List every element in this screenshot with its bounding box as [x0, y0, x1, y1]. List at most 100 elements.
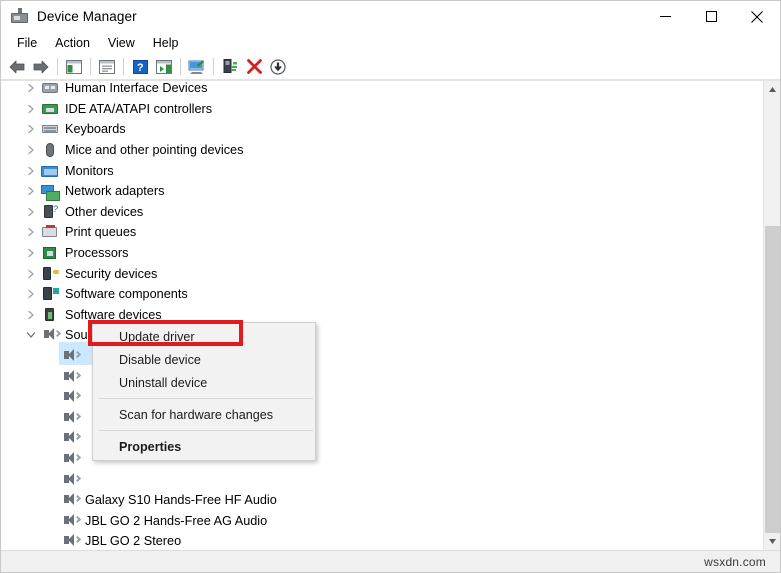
tree-row[interactable]: Other devices — [1, 202, 763, 223]
uninstall-device-icon[interactable] — [242, 56, 266, 78]
chevron-right-icon[interactable] — [23, 286, 39, 302]
chevron-right-icon[interactable] — [23, 307, 39, 323]
monitor-icon — [41, 163, 59, 179]
tree-row[interactable]: Mice and other pointing devices — [1, 140, 763, 161]
context-menu-item[interactable]: Disable device — [93, 348, 315, 371]
tree-row-label: JBL GO 2 Hands-Free AG Audio — [85, 513, 267, 529]
toolbar-separator — [213, 58, 214, 75]
context-menu-item-wrapper: Uninstall device — [93, 371, 315, 394]
context-menu-item-wrapper: Update driver — [93, 325, 315, 348]
human-interface-devices-icon — [41, 81, 59, 96]
tree-row[interactable]: Print queues — [1, 222, 763, 243]
speaker-icon — [61, 451, 79, 467]
tree-row-label: Other devices — [65, 204, 143, 220]
security-device-icon — [41, 266, 59, 282]
tree-row[interactable]: JBL GO 2 Stereo — [1, 531, 763, 550]
speaker-icon — [61, 472, 79, 488]
window-title: Device Manager — [37, 9, 137, 24]
chevron-right-icon[interactable] — [23, 204, 39, 220]
toolbar-separator — [123, 58, 124, 75]
tree-row-label: Keyboards — [65, 121, 126, 137]
toolbar-separator — [180, 58, 181, 75]
keyboards-icon — [41, 121, 59, 137]
device-tree[interactable]: Human Interface Devices IDE ATA/ATAPI con… — [1, 81, 763, 550]
tree-row-label: Monitors — [65, 163, 114, 179]
tree-row-label: JBL GO 2 Stereo — [85, 533, 181, 549]
network-adapter-icon — [41, 183, 59, 199]
software-device-icon — [41, 307, 59, 323]
watermark-text: wsxdn.com — [704, 555, 766, 569]
tree-row[interactable]: Galaxy S10 Hands-Free HF Audio — [1, 490, 763, 511]
speaker-icon — [61, 389, 79, 405]
tree-row[interactable]: Keyboards — [1, 119, 763, 140]
tree-row[interactable]: Security devices — [1, 263, 763, 284]
context-menu-item[interactable]: Uninstall device — [93, 371, 315, 394]
chevron-right-icon[interactable] — [23, 224, 39, 240]
tree-row[interactable]: IDE ATA/ATAPI controllers — [1, 99, 763, 120]
show-hide-console-tree-icon[interactable] — [62, 56, 86, 78]
device-manager-icon — [11, 8, 28, 25]
tree-row-label: Print queues — [65, 224, 136, 240]
context-menu-item[interactable]: Scan for hardware changes — [93, 403, 315, 426]
sound-controller-icon — [41, 327, 59, 343]
tree-row[interactable] — [1, 469, 763, 490]
scrollbar-track[interactable] — [764, 98, 780, 533]
speaker-icon — [61, 348, 79, 364]
speaker-icon — [61, 369, 79, 385]
tree-row-label: Galaxy S10 Hands-Free HF Audio — [85, 492, 277, 508]
tree-row-label: Network adapters — [65, 183, 164, 199]
context-menu-item[interactable]: Properties — [93, 435, 315, 458]
software-component-icon — [41, 286, 59, 302]
chevron-right-icon[interactable] — [23, 121, 39, 137]
tree-row[interactable]: Network adapters — [1, 181, 763, 202]
menu-action[interactable]: Action — [46, 34, 99, 52]
context-menu-item[interactable]: Update driver — [93, 325, 315, 348]
tree-row-label: Security devices — [65, 266, 157, 282]
vertical-scrollbar[interactable] — [763, 81, 780, 550]
tree-row[interactable]: Processors — [1, 243, 763, 264]
toolbar: ? — [1, 54, 780, 80]
chevron-right-icon[interactable] — [23, 163, 39, 179]
menu-help[interactable]: Help — [144, 34, 188, 52]
disable-device-icon[interactable] — [266, 56, 290, 78]
chevron-down-icon[interactable] — [23, 327, 39, 343]
chevron-right-icon[interactable] — [23, 142, 39, 158]
scan-for-hardware-changes-icon[interactable] — [185, 56, 209, 78]
speaker-icon — [61, 533, 79, 549]
properties-icon[interactable] — [95, 56, 119, 78]
processor-icon — [41, 245, 59, 261]
show-hide-action-pane-icon[interactable] — [152, 56, 176, 78]
device-manager-window: Device Manager File Action View Help — [0, 0, 781, 573]
scroll-up-button[interactable] — [764, 81, 780, 98]
tree-row[interactable]: Human Interface Devices — [1, 81, 763, 99]
chevron-right-icon[interactable] — [23, 101, 39, 117]
chevron-right-icon[interactable] — [23, 81, 39, 96]
printer-icon — [41, 224, 59, 240]
toolbar-separator — [57, 58, 58, 75]
help-icon[interactable]: ? — [128, 56, 152, 78]
context-menu[interactable]: Update driverDisable deviceUninstall dev… — [92, 322, 316, 461]
scrollbar-thumb[interactable] — [765, 226, 780, 533]
tree-row[interactable]: JBL GO 2 Hands-Free AG Audio — [1, 510, 763, 531]
tree-row[interactable]: Monitors — [1, 160, 763, 181]
maximize-button[interactable] — [688, 1, 734, 32]
update-driver-icon[interactable] — [218, 56, 242, 78]
chevron-right-icon[interactable] — [23, 245, 39, 261]
forward-icon[interactable] — [29, 56, 53, 78]
back-icon[interactable] — [5, 56, 29, 78]
other-devices-icon — [41, 204, 59, 220]
menu-view[interactable]: View — [99, 34, 144, 52]
minimize-button[interactable] — [642, 1, 688, 32]
menu-bar: File Action View Help — [1, 32, 780, 54]
tree-row-label: Software components — [65, 286, 188, 302]
chevron-right-icon[interactable] — [23, 183, 39, 199]
mouse-icon — [41, 142, 59, 158]
window-controls — [642, 1, 780, 32]
menu-file[interactable]: File — [8, 34, 46, 52]
tree-row-label: Human Interface Devices — [65, 81, 207, 96]
chevron-right-icon[interactable] — [23, 266, 39, 282]
context-menu-separator — [99, 430, 313, 431]
close-button[interactable] — [734, 1, 780, 32]
tree-row[interactable]: Software components — [1, 284, 763, 305]
scroll-down-button[interactable] — [764, 533, 780, 550]
